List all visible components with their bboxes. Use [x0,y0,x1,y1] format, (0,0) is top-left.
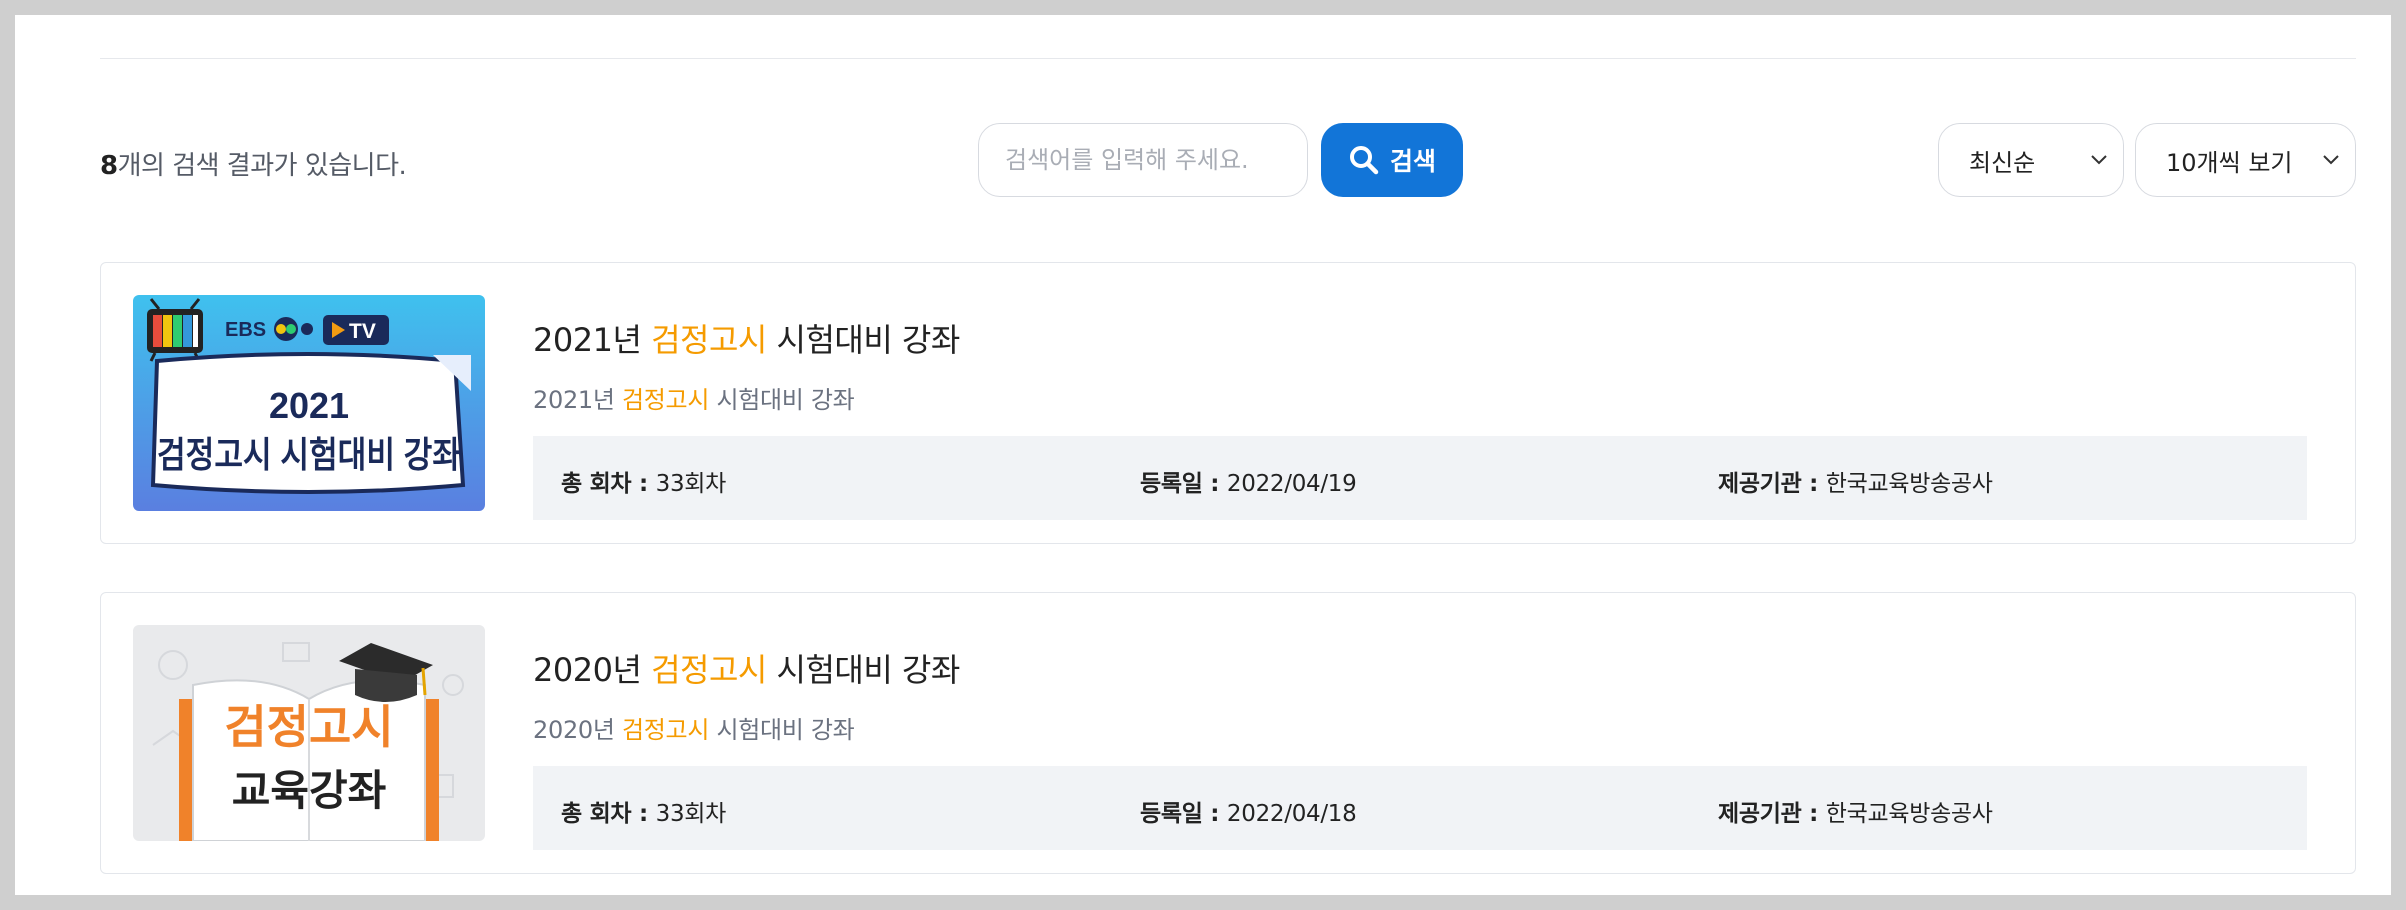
subtitle-highlight: 검정고시 [622,716,710,744]
subtitle-text: 시험대비 강좌 [709,716,855,744]
search-toolbar: 8개의 검색 결과가 있습니다. 검색 최신순 10개씩 보기 [100,123,2356,197]
registration-date-label: 등록일 : [1140,471,1227,497]
divider [100,58,2356,59]
title-highlight: 검정고시 [651,321,767,359]
course-title[interactable]: 2020년 검정고시 시험대비 강좌 [533,645,960,691]
episode-count: 총 회차 : 33회차 [561,464,726,498]
result-count-number: 8 [100,151,118,181]
subtitle-text: 2020년 [533,716,622,744]
title-text: 시험대비 강좌 [766,651,961,689]
episode-count-label: 총 회차 : [561,471,656,497]
per-page-select[interactable]: 10개씩 보기 [2135,123,2356,197]
registration-date-value: 2022/04/18 [1226,801,1357,827]
course-card[interactable]: 검정고시 교육강좌 2020년 검정고시 시험대비 강좌 2020년 검정고시 … [100,592,2356,874]
provider-value: 한국교육방송공사 [1825,801,1993,827]
provider-value: 한국교육방송공사 [1825,471,1993,497]
page: 8개의 검색 결과가 있습니다. 검색 최신순 10개씩 보기 [15,15,2391,895]
episode-count: 총 회차 : 33회차 [561,794,726,828]
svg-text:TV: TV [349,320,376,343]
course-thumbnail[interactable]: EBS TV 2021 검정고시 시험대비 강좌 [133,295,485,511]
course-title[interactable]: 2021년 검정고시 시험대비 강좌 [533,315,960,361]
provider-label: 제공기관 : [1718,471,1826,497]
search-input[interactable] [978,123,1308,197]
provider-label: 제공기관 : [1718,801,1826,827]
episode-count-value: 33회차 [655,471,727,497]
svg-text:2021: 2021 [269,385,349,426]
title-highlight: 검정고시 [651,651,767,689]
course-subtitle: 2020년 검정고시 시험대비 강좌 [533,710,855,745]
svg-text:EBS: EBS [225,319,266,341]
provider: 제공기관 : 한국교육방송공사 [1718,794,1993,828]
registration-date-label: 등록일 : [1140,801,1227,827]
svg-text:검정고시 시험대비 강좌: 검정고시 시험대비 강좌 [157,434,461,475]
sort-select[interactable]: 최신순 [1938,123,2124,197]
search-button[interactable]: 검색 [1321,123,1463,197]
thumbnail-image: EBS TV 2021 검정고시 시험대비 강좌 [133,295,485,511]
result-count: 8개의 검색 결과가 있습니다. [100,145,407,182]
title-text: 2021년 [533,321,652,359]
svg-text:교육강좌: 교육강좌 [232,767,387,814]
svg-text:검정고시: 검정고시 [224,701,393,753]
sort-select-value: 최신순 [1969,148,2036,177]
course-meta: 총 회차 : 33회차 등록일 : 2022/04/18 제공기관 : 한국교육… [533,766,2307,850]
registration-date-value: 2022/04/19 [1226,471,1357,497]
title-text: 시험대비 강좌 [766,321,961,359]
chevron-down-icon [2091,155,2107,165]
course-thumbnail[interactable]: 검정고시 교육강좌 [133,625,485,841]
search-button-label: 검색 [1389,147,1436,176]
episode-count-label: 총 회차 : [561,801,656,827]
subtitle-highlight: 검정고시 [622,386,710,414]
episode-count-value: 33회차 [655,801,727,827]
per-page-select-value: 10개씩 보기 [2166,148,2293,177]
search-icon [1349,146,1379,175]
course-meta: 총 회차 : 33회차 등록일 : 2022/04/19 제공기관 : 한국교육… [533,436,2307,520]
title-text: 2020년 [533,651,652,689]
thumbnail-image: 검정고시 교육강좌 [133,625,485,841]
course-subtitle: 2021년 검정고시 시험대비 강좌 [533,380,855,415]
result-count-text: 개의 검색 결과가 있습니다. [117,151,407,181]
subtitle-text: 2021년 [533,386,622,414]
registration-date: 등록일 : 2022/04/18 [1140,794,1357,828]
provider: 제공기관 : 한국교육방송공사 [1718,464,1993,498]
chevron-down-icon [2323,155,2339,165]
subtitle-text: 시험대비 강좌 [709,386,855,414]
registration-date: 등록일 : 2022/04/19 [1140,464,1357,498]
course-card[interactable]: EBS TV 2021 검정고시 시험대비 강좌 2021년 검정고시 시험대비… [100,262,2356,544]
